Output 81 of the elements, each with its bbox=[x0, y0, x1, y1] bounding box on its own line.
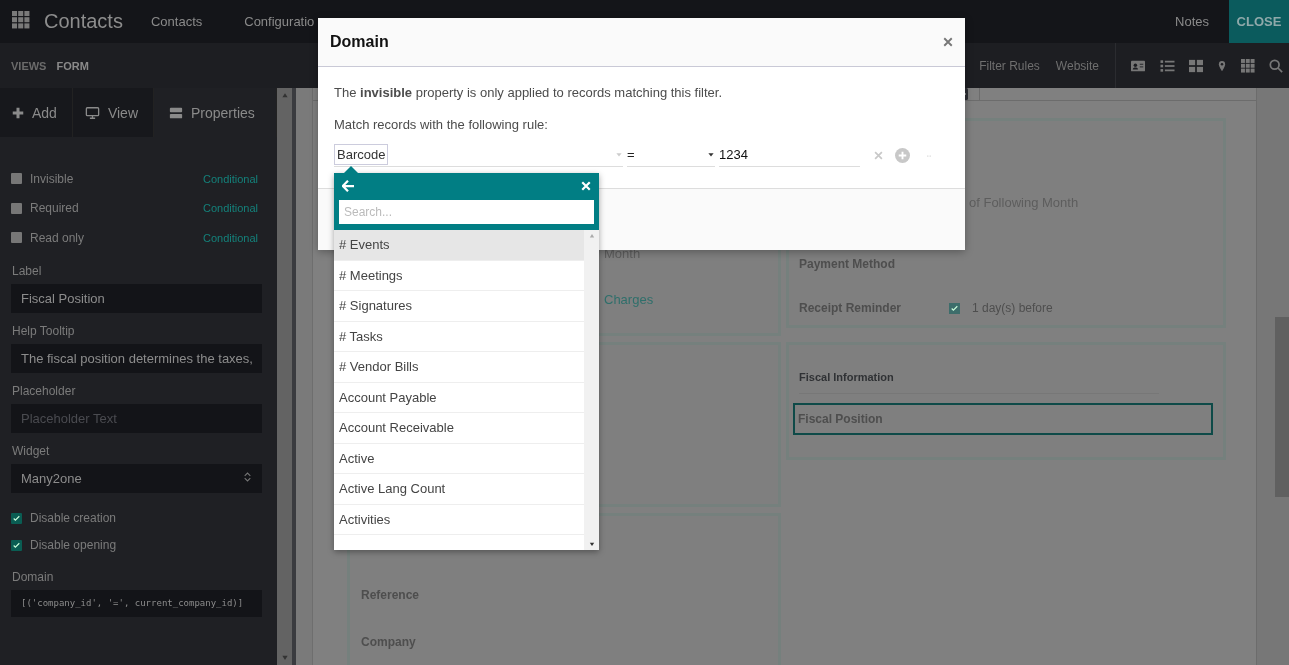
view-link[interactable]: Website bbox=[1055, 58, 1099, 73]
field-option[interactable]: Active bbox=[334, 443, 584, 474]
field-label: Domain bbox=[12, 569, 55, 584]
scrollbar[interactable] bbox=[277, 88, 292, 665]
scroll-up-icon bbox=[280, 92, 289, 98]
check-icon bbox=[12, 540, 21, 550]
close-button[interactable]: CLOSE bbox=[1229, 0, 1289, 43]
field-option[interactable]: Account Receivable bbox=[334, 413, 584, 444]
breadcrumb-item: FORM bbox=[56, 59, 89, 72]
close-icon bbox=[874, 151, 883, 160]
checkbox-label: Disable creation bbox=[30, 511, 117, 525]
checkbox[interactable] bbox=[11, 539, 22, 551]
conditional-link[interactable]: Conditional bbox=[202, 202, 258, 215]
scrollbar[interactable] bbox=[584, 230, 599, 550]
arrow-left-icon bbox=[342, 180, 354, 192]
checkbox-label: Read only bbox=[30, 230, 85, 245]
checkbox[interactable] bbox=[11, 232, 22, 244]
field-option[interactable]: # Events bbox=[334, 230, 584, 261]
grid-icon bbox=[1241, 58, 1255, 73]
caret-icon bbox=[615, 151, 623, 158]
monitor-icon bbox=[84, 105, 100, 120]
checkbox[interactable] bbox=[11, 512, 22, 524]
checkbox[interactable] bbox=[11, 202, 22, 214]
close-icon bbox=[943, 36, 953, 47]
sidebar-tab[interactable]: Properties bbox=[154, 88, 277, 137]
list-icon bbox=[1160, 58, 1175, 73]
app-title: Contacts bbox=[44, 10, 123, 33]
checkbox-label: Disable opening bbox=[30, 538, 117, 552]
scroll-down-icon bbox=[280, 655, 289, 661]
conditional-link[interactable]: Conditional bbox=[202, 231, 258, 244]
plus-icon bbox=[12, 106, 24, 119]
scroll-up-icon bbox=[587, 233, 596, 238]
dialog-message: The invisible property is only applied to records matching this filter. bbox=[334, 85, 724, 100]
check-icon bbox=[12, 513, 21, 523]
checkbox-label: Required bbox=[30, 201, 79, 216]
contact-card-icon bbox=[1130, 58, 1146, 73]
updown-icon bbox=[243, 469, 252, 484]
field-label: Label bbox=[12, 263, 43, 278]
field-label: Placeholder bbox=[12, 383, 77, 398]
apps-grid-icon bbox=[12, 10, 30, 29]
field-select[interactable]: Barcode bbox=[334, 143, 623, 167]
checkbox[interactable] bbox=[949, 302, 960, 314]
close-icon bbox=[581, 181, 591, 191]
operator-select[interactable]: = bbox=[627, 143, 715, 167]
menu-item[interactable]: Contacts bbox=[150, 14, 203, 29]
breadcrumb-item[interactable]: VIEWS bbox=[11, 59, 47, 72]
notes-link[interactable]: Notes bbox=[1175, 14, 1209, 29]
field-option[interactable]: # Meetings bbox=[334, 260, 584, 291]
check-icon bbox=[950, 303, 959, 313]
field-option[interactable]: # Tasks bbox=[334, 321, 584, 352]
field-option[interactable]: Account Payable bbox=[334, 382, 584, 413]
scroll-down-icon bbox=[587, 542, 596, 547]
dialog-title: Domain bbox=[330, 33, 389, 51]
value-field[interactable]: 1234 bbox=[719, 143, 860, 167]
search-field[interactable]: Search... bbox=[339, 200, 594, 224]
search-icon bbox=[1269, 58, 1283, 73]
close-button[interactable] bbox=[581, 181, 591, 191]
checkbox[interactable] bbox=[11, 173, 22, 185]
scrollbar[interactable] bbox=[1256, 88, 1289, 665]
group-title: Fiscal Information bbox=[799, 371, 1159, 394]
view-link[interactable]: Filter Rules bbox=[979, 58, 1040, 73]
field-option[interactable]: # Vendor Bills bbox=[334, 352, 584, 383]
server-icon bbox=[169, 105, 183, 120]
caret-icon bbox=[707, 151, 715, 158]
field-option[interactable]: Active Lang Count bbox=[334, 474, 584, 505]
checkbox-label: Invisible bbox=[30, 171, 74, 186]
text-field[interactable]: The fiscal position determines the taxes, bbox=[11, 343, 262, 373]
field-label: Help Tooltip bbox=[12, 323, 76, 338]
plus-circle-icon bbox=[895, 148, 910, 163]
back-button[interactable] bbox=[342, 180, 354, 192]
kanban-icon bbox=[1189, 58, 1203, 73]
field-label: Widget bbox=[12, 443, 51, 458]
domain-field[interactable]: [('company_id', '=', current_company_id)] bbox=[11, 589, 262, 617]
menu-item[interactable]: Configuratio bbox=[244, 14, 315, 29]
conditional-link[interactable]: Conditional bbox=[202, 172, 258, 185]
rule-label: Match records with the following rule: bbox=[334, 117, 549, 132]
field-option[interactable]: Activities bbox=[334, 504, 584, 535]
field-option[interactable]: # Signatures bbox=[334, 291, 584, 322]
widget-select[interactable]: Many2one bbox=[11, 463, 262, 493]
text-field[interactable]: Fiscal Position bbox=[11, 283, 262, 313]
map-pin-icon bbox=[1217, 58, 1227, 73]
